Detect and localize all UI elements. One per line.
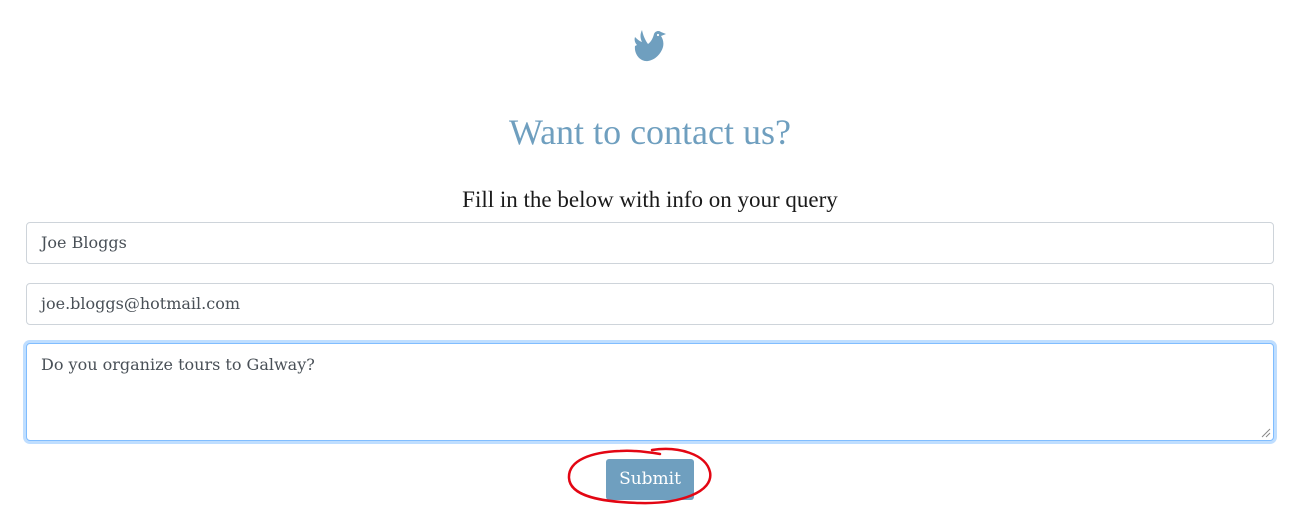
- message-textarea[interactable]: Do you organize tours to Galway?: [26, 343, 1274, 441]
- name-input[interactable]: Joe Bloggs: [26, 222, 1274, 264]
- bird-logo-icon: [634, 30, 666, 62]
- page-title: Want to contact us?: [508, 112, 791, 152]
- email-input[interactable]: joe.bloggs@hotmail.com: [26, 283, 1274, 325]
- resize-grip-icon[interactable]: [1261, 428, 1271, 438]
- submit-button[interactable]: Submit: [606, 459, 694, 500]
- page-subtitle: Fill in the below with info on your quer…: [462, 187, 838, 212]
- message-text: Do you organize tours to Galway?: [41, 355, 315, 374]
